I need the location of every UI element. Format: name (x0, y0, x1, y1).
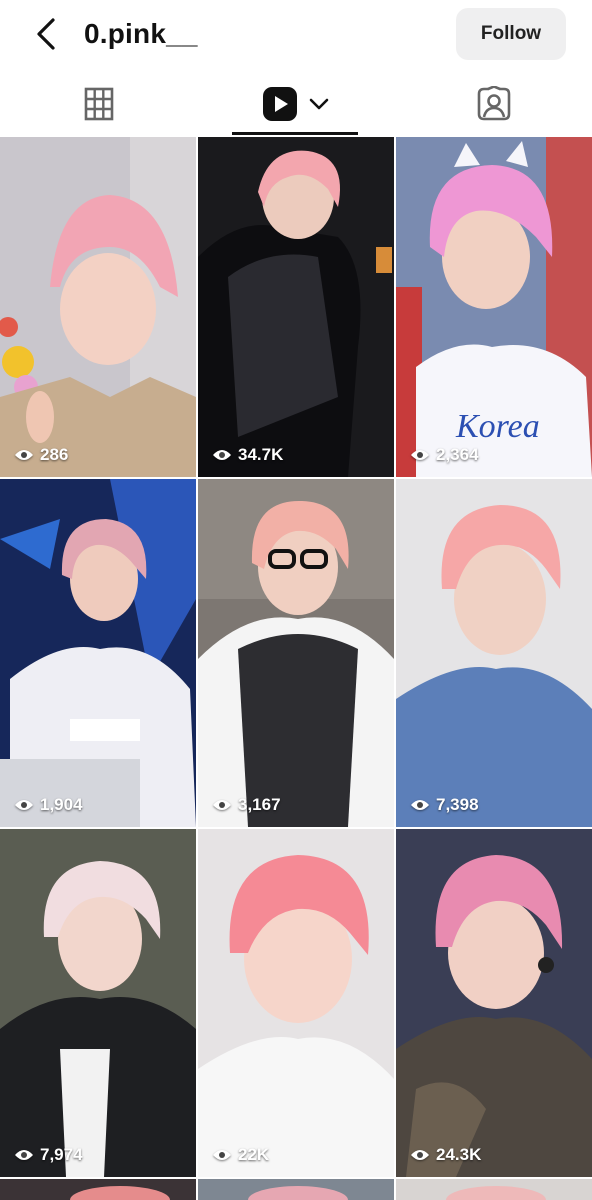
video-thumbnail[interactable]: 22K (198, 829, 394, 1177)
video-thumbnail[interactable]: 7,398 (396, 479, 592, 827)
eye-icon (411, 450, 429, 460)
view-count: 2,364 (410, 445, 479, 465)
tab-grid[interactable] (56, 72, 142, 136)
thumbnail-image (198, 479, 394, 827)
video-thumbnail[interactable]: 1,904 (0, 479, 196, 827)
tab-selected-indicator (232, 132, 358, 135)
view-count: 34.7K (212, 445, 283, 465)
view-count: 1,904 (14, 795, 83, 815)
view-count-text: 3,167 (238, 795, 281, 814)
view-count-text: 7,974 (40, 1145, 83, 1164)
tab-tagged[interactable] (452, 72, 536, 136)
chevron-down-icon (309, 98, 329, 110)
video-thumbnail[interactable]: 24.3K (396, 829, 592, 1177)
thumbnail-image (396, 829, 592, 1177)
tagged-person-icon (477, 86, 511, 121)
thumbnail-image: Korea (396, 137, 592, 477)
eye-icon (411, 1150, 429, 1160)
thumbnail-image (396, 1179, 592, 1200)
video-thumbnail[interactable]: 7,974 (0, 829, 196, 1177)
view-count: 7,398 (410, 795, 479, 815)
view-count-text: 24.3K (436, 1145, 482, 1164)
view-count-text: 22K (238, 1145, 270, 1164)
video-thumbnail[interactable]: 34.7K (198, 137, 394, 477)
svg-text:Korea: Korea (455, 408, 540, 445)
view-count: 7,974 (14, 1145, 83, 1165)
follow-button[interactable]: Follow (456, 8, 566, 60)
view-count-text: 7,398 (436, 795, 479, 814)
thumbnail-image (0, 829, 196, 1177)
grid-icon (84, 87, 114, 121)
view-count: 22K (212, 1145, 269, 1165)
profile-tabs (0, 72, 592, 136)
thumbnail-image (198, 829, 394, 1177)
thumbnail-image (396, 479, 592, 827)
thumbnail-image (0, 1179, 196, 1200)
view-count: 3,167 (212, 795, 281, 815)
eye-icon (213, 800, 231, 810)
chevron-left-icon (37, 18, 55, 50)
view-count-text: 286 (40, 445, 69, 464)
eye-icon (411, 800, 429, 810)
tab-videos[interactable] (232, 72, 360, 136)
view-count: 24.3K (410, 1145, 481, 1165)
thumbnail-image (0, 137, 196, 477)
video-grid: 286 34.7K Korea 2,364 1,904 3,167 7,398 … (0, 137, 592, 1200)
profile-header: 0.pink__ Follow (0, 0, 592, 70)
view-count: 286 (14, 445, 68, 465)
video-thumbnail[interactable] (0, 1179, 196, 1200)
back-button[interactable] (26, 12, 66, 56)
video-thumbnail[interactable]: 3,167 (198, 479, 394, 827)
eye-icon (15, 800, 33, 810)
thumbnail-image (0, 479, 196, 827)
thumbnail-image (198, 1179, 394, 1200)
video-thumbnail[interactable]: 286 (0, 137, 196, 477)
play-icon (263, 87, 297, 121)
thumbnail-image (198, 137, 394, 477)
eye-icon (213, 450, 231, 460)
eye-icon (15, 1150, 33, 1160)
eye-icon (213, 1150, 231, 1160)
profile-username: 0.pink__ (84, 18, 198, 49)
eye-icon (15, 450, 33, 460)
view-count-text: 2,364 (436, 445, 479, 464)
view-count-text: 1,904 (40, 795, 83, 814)
video-thumbnail[interactable] (396, 1179, 592, 1200)
video-thumbnail[interactable]: Korea 2,364 (396, 137, 592, 477)
view-count-text: 34.7K (238, 445, 284, 464)
video-thumbnail[interactable] (198, 1179, 394, 1200)
